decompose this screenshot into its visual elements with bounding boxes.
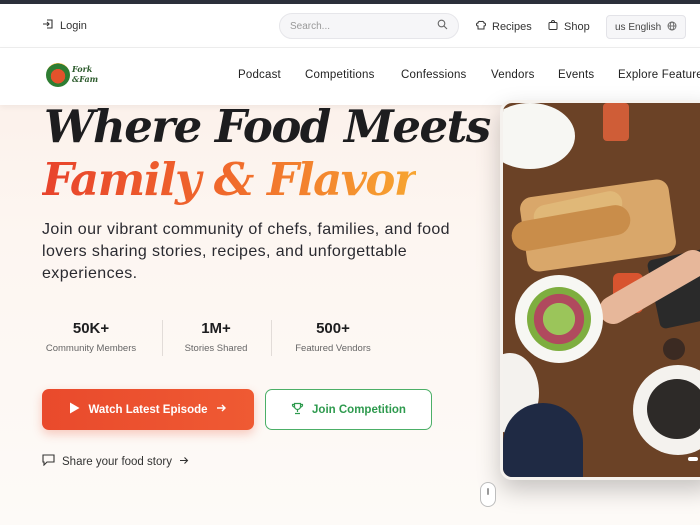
chat-bubble-icon — [42, 454, 55, 469]
stat-divider — [162, 320, 163, 356]
shop-label: Shop — [564, 20, 590, 33]
login-icon — [42, 18, 54, 33]
stat-value: 500+ — [316, 320, 350, 337]
stat-divider — [271, 320, 272, 356]
logo-mark — [46, 63, 70, 87]
nav-item-podcast[interactable]: Podcast — [238, 69, 281, 81]
share-food-story-link[interactable]: Share your food story — [42, 454, 189, 469]
nav-item-confessions[interactable]: Confessions — [401, 69, 466, 81]
globe-icon — [667, 21, 677, 34]
stat-value: 50K+ — [72, 320, 110, 337]
shopping-bag-icon — [547, 19, 559, 34]
main-nav: Fork &Fam Podcast Competitions Confessio… — [0, 48, 700, 105]
stat-label: Featured Vendors — [295, 343, 371, 354]
stat-label: Stories Shared — [184, 343, 248, 354]
hero-description: Join our vibrant community of chefs, fam… — [42, 221, 450, 282]
shop-link[interactable]: Shop — [547, 19, 590, 34]
search-icon[interactable] — [437, 17, 448, 35]
nav-item-competitions[interactable]: Competitions — [305, 69, 375, 81]
fork-and-fam-logo[interactable]: Fork &Fam — [46, 63, 98, 89]
watch-episode-label: Watch Latest Episode — [88, 403, 208, 416]
stat-value: 1M+ — [201, 320, 231, 337]
carousel-indicator[interactable] — [688, 457, 698, 461]
scroll-mouse-icon[interactable] — [480, 482, 496, 507]
language-selector[interactable]: us English — [606, 15, 686, 39]
stat-featured-vendors: 500+ Featured Vendors — [294, 320, 372, 354]
nav-item-vendors[interactable]: Vendors — [491, 69, 535, 81]
stat-label: Community Members — [45, 343, 137, 354]
arrow-right-icon — [179, 456, 189, 468]
stat-stories-shared: 1M+ Stories Shared — [184, 320, 248, 354]
login-label: Login — [60, 19, 87, 32]
play-icon — [69, 402, 80, 417]
nav-item-explore-features[interactable]: Explore Features — [618, 69, 700, 81]
hero-headline-line-1: Where Food Meets — [44, 100, 491, 153]
share-story-label: Share your food story — [62, 455, 172, 468]
join-competition-label: Join Competition — [312, 403, 406, 416]
recipes-link[interactable]: Recipes — [475, 19, 532, 34]
language-label: us English — [615, 21, 662, 33]
recipes-label: Recipes — [492, 20, 532, 33]
hero-headline-line-2: Family & Flavor — [42, 153, 418, 206]
search-input[interactable] — [290, 20, 430, 32]
stat-community-members: 50K+ Community Members — [42, 320, 140, 354]
join-competition-button[interactable]: Join Competition — [265, 389, 432, 430]
login-link[interactable]: Login — [42, 18, 87, 33]
watch-latest-episode-button[interactable]: Watch Latest Episode — [42, 389, 254, 430]
nav-item-events[interactable]: Events — [558, 69, 594, 81]
hero-food-photo — [500, 100, 700, 480]
chef-hat-icon — [475, 19, 487, 34]
arrow-right-icon — [216, 403, 227, 416]
trophy-icon — [291, 402, 304, 418]
logo-text: Fork &Fam — [72, 64, 99, 84]
search-box[interactable] — [279, 13, 459, 39]
utility-bar: Login Recipes Shop us English — [0, 4, 700, 48]
